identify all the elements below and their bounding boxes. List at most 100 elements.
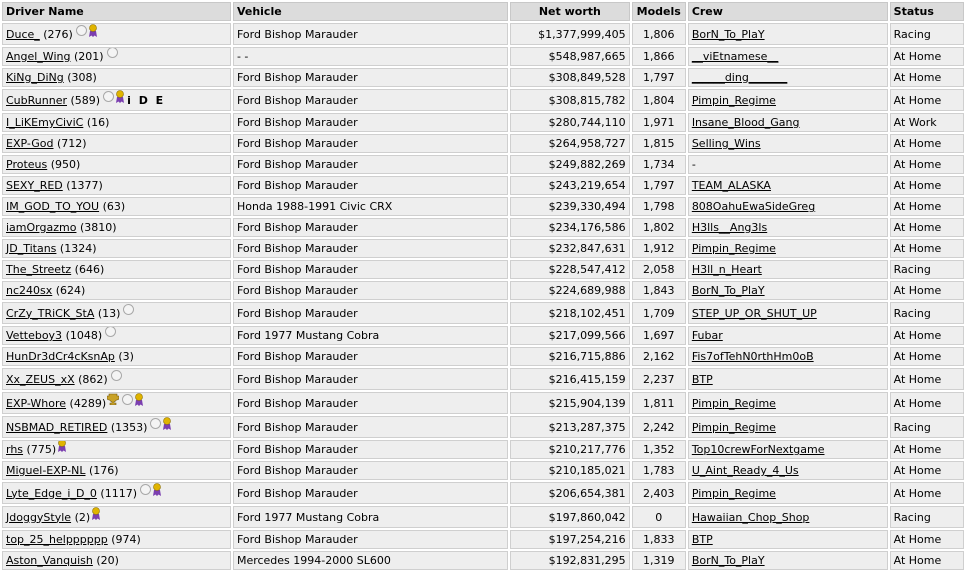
crew-link[interactable]: Pimpin_Regime: [692, 94, 776, 107]
driver-rank: (3810): [79, 221, 117, 234]
coin-badge-icon: [123, 303, 135, 315]
status-cell: At Home: [889, 326, 964, 345]
award-ribbon-icon: [88, 24, 97, 37]
driver-name-link[interactable]: KiNg_DiNg: [6, 71, 64, 84]
crew-link[interactable]: 808OahuEwaSideGreg: [692, 200, 815, 213]
crew-link[interactable]: ______ding_______: [692, 71, 788, 84]
driver-cell: JdoggyStyle (2): [2, 506, 231, 528]
vehicle-cell: Ford Bishop Marauder: [232, 134, 509, 153]
driver-name-link[interactable]: NSBMAD_RETIRED: [6, 421, 107, 434]
crew-cell: BTP: [687, 368, 888, 390]
driver-name-link[interactable]: iamOrgazmo: [6, 221, 76, 234]
status-cell: Racing: [889, 302, 964, 324]
models-cell: 1,912: [631, 239, 686, 258]
driver-cell: NSBMAD_RETIRED (1353): [2, 416, 231, 438]
driver-name-link[interactable]: HunDr3dCr4cKsnAp: [6, 350, 115, 363]
status-cell: At Home: [889, 440, 964, 459]
driver-rank: (950): [50, 158, 81, 171]
crew-link[interactable]: H3lls__Ang3ls: [692, 221, 767, 234]
crew-link[interactable]: Selling_Wins: [692, 137, 761, 150]
award-ribbon-icon: [92, 507, 101, 520]
driver-name-link[interactable]: CrZy_TRiCK_StA: [6, 307, 94, 320]
coin-badge-icon: [106, 48, 118, 58]
vehicle-cell: Ford Bishop Marauder: [232, 23, 509, 45]
driver-name-link[interactable]: Proteus: [6, 158, 47, 171]
driver-name-link[interactable]: JD_Titans: [6, 242, 56, 255]
crew-cell: BorN_To_PlaY: [687, 23, 888, 45]
crew-cell: 808OahuEwaSideGreg: [687, 197, 888, 216]
driver-cell: The_Streetz (646): [2, 260, 231, 279]
crew-link[interactable]: STEP_UP_OR_SHUT_UP: [692, 307, 817, 320]
vehicle-cell: Ford Bishop Marauder: [232, 281, 509, 300]
driver-name-link[interactable]: Xx_ZEUS_xX: [6, 373, 75, 386]
crew-cell: Pimpin_Regime: [687, 239, 888, 258]
driver-cell: KiNg_DiNg (308): [2, 68, 231, 87]
networth-cell: $249,882,269: [510, 155, 630, 174]
table-row: Proteus (950) Ford Bishop Marauder $249,88…: [2, 155, 964, 174]
driver-name-link[interactable]: JdoggyStyle: [6, 511, 71, 524]
driver-name-link[interactable]: IM_GOD_TO_YOU: [6, 200, 99, 213]
table-row: The_Streetz (646) Ford Bishop Marauder $22…: [2, 260, 964, 279]
crew-link[interactable]: Pimpin_Regime: [692, 487, 776, 500]
crew-link[interactable]: BorN_To_PlaY: [692, 284, 765, 297]
driver-name-link[interactable]: SEXY_RED: [6, 179, 63, 192]
driver-name-link[interactable]: CubRunner: [6, 94, 67, 107]
networth-cell: $232,847,631: [510, 239, 630, 258]
crew-cell: H3lls__Ang3ls: [687, 218, 888, 237]
networth-cell: $216,415,159: [510, 368, 630, 390]
vehicle-cell: Ford Bishop Marauder: [232, 218, 509, 237]
driver-rank: (3): [118, 350, 134, 363]
vehicle-cell: Ford Bishop Marauder: [232, 302, 509, 324]
crew-link[interactable]: Top10crewForNextgame: [692, 443, 825, 456]
driver-rank: (201): [73, 50, 104, 63]
crew-cell: Pimpin_Regime: [687, 482, 888, 504]
driver-name-link[interactable]: Aston_Vanquish: [6, 554, 93, 567]
driver-cell: Duce_ (276): [2, 23, 231, 45]
models-cell: 1,797: [631, 68, 686, 87]
crew-link[interactable]: BorN_To_PlaY: [692, 28, 765, 41]
crew-link[interactable]: Pimpin_Regime: [692, 397, 776, 410]
coin-badge-icon: [150, 417, 162, 429]
crew-link[interactable]: Insane_Blood_Gang: [692, 116, 800, 129]
driver-rank: (624): [55, 284, 86, 297]
status-cell: Racing: [889, 260, 964, 279]
driver-rank: (1048): [65, 329, 103, 342]
crew-cell: Hawaiian_Chop_Shop: [687, 506, 888, 528]
driver-name-link[interactable]: I_LiKEmyCiviC: [6, 116, 83, 129]
driver-name-link[interactable]: Duce_: [6, 28, 40, 41]
crew-link[interactable]: __viEtnamese__: [692, 50, 779, 63]
crew-link[interactable]: Pimpin_Regime: [692, 242, 776, 255]
driver-name-link[interactable]: The_Streetz: [6, 263, 71, 276]
driver-rank: (4289): [69, 396, 107, 410]
crew-link[interactable]: H3ll_n_Heart: [692, 263, 762, 276]
crew-link[interactable]: Hawaiian_Chop_Shop: [692, 511, 810, 524]
crew-cell: Fis7ofTehN0rthHm0oB: [687, 347, 888, 366]
driver-name-link[interactable]: Angel_Wing: [6, 50, 70, 63]
crew-link[interactable]: TEAM_ALASKA: [692, 179, 771, 192]
driver-name-link[interactable]: Vetteboy3: [6, 329, 62, 342]
driver-cell: SEXY_RED (1377): [2, 176, 231, 195]
networth-cell: $308,815,782: [510, 89, 630, 111]
models-cell: 1,709: [631, 302, 686, 324]
table-row: EXP-Whore (4289) Ford Bishop Marauder $215…: [2, 392, 964, 414]
models-cell: 1,797: [631, 176, 686, 195]
table-row: rhs (775) Ford Bishop Marauder $210,217,77…: [2, 440, 964, 459]
vehicle-cell: - -: [232, 47, 509, 66]
driver-name-link[interactable]: rhs: [6, 443, 23, 456]
driver-name-link[interactable]: Lyte_Edge_i_D_0: [6, 487, 97, 500]
driver-name-link[interactable]: EXP-Whore: [6, 397, 66, 410]
models-cell: 1,783: [631, 461, 686, 480]
crew-link[interactable]: BTP: [692, 373, 713, 386]
crew-link[interactable]: Fubar: [692, 329, 723, 342]
driver-name-link[interactable]: nc240sx: [6, 284, 52, 297]
crew-link[interactable]: Pimpin_Regime: [692, 421, 776, 434]
vehicle-cell: Ford Bishop Marauder: [232, 260, 509, 279]
table-row: EXP-God (712) Ford Bishop Marauder $264,95…: [2, 134, 964, 153]
crew-link[interactable]: U_Aint_Ready_4_Us: [692, 464, 799, 477]
crew-link[interactable]: Fis7ofTehN0rthHm0oB: [692, 350, 814, 363]
driver-name-link[interactable]: Miguel-EXP-NL: [6, 464, 86, 477]
driver-name-link[interactable]: EXP-God: [6, 137, 54, 150]
driver-rank: (176): [89, 464, 119, 477]
table-row: JdoggyStyle (2) Ford 1977 Mustang Cobra $1…: [2, 506, 964, 528]
crew-link[interactable]: BorN_To_PlaY: [692, 554, 765, 567]
